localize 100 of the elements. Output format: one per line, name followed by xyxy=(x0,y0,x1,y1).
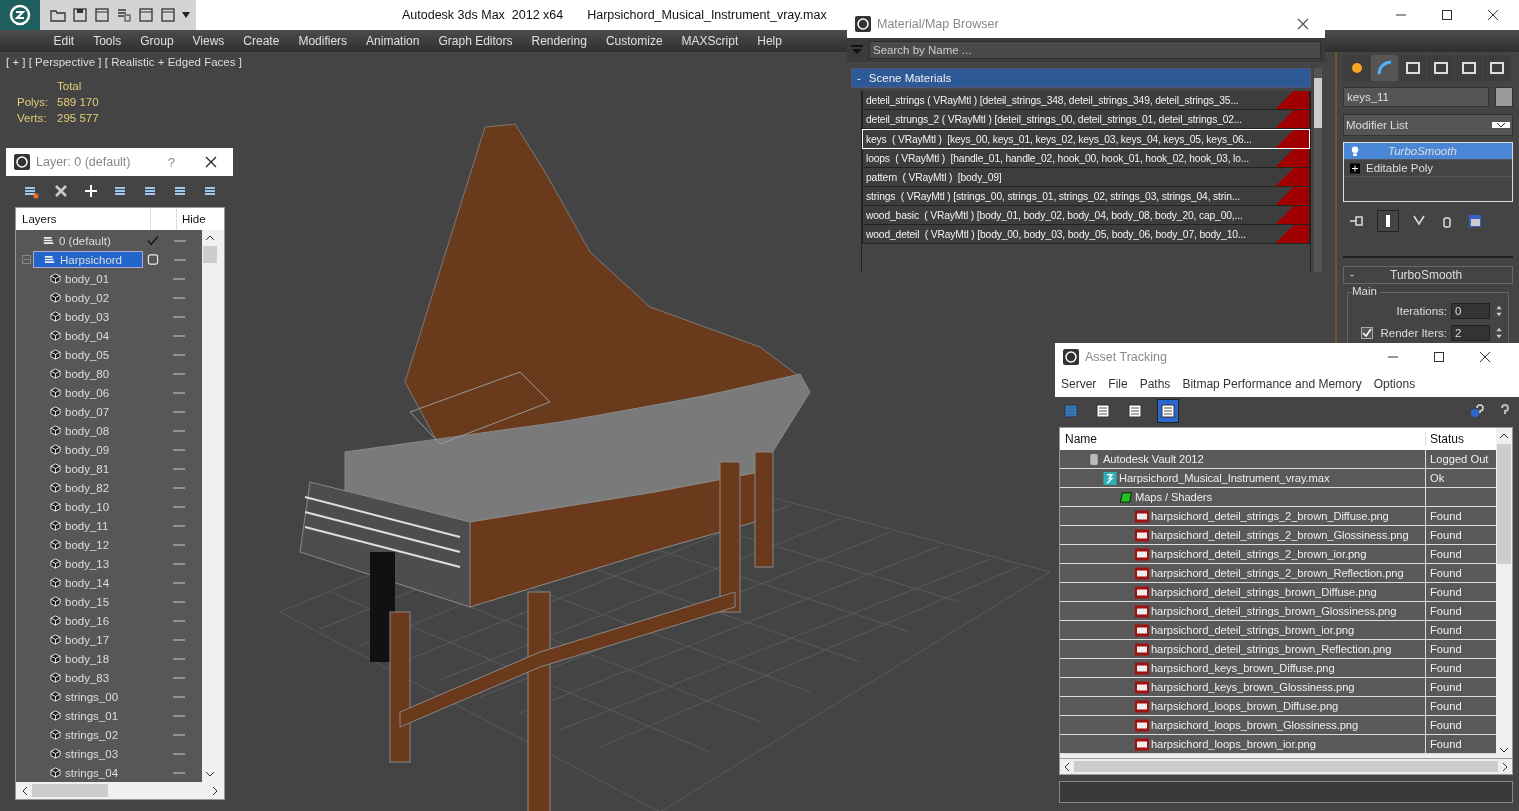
object-item[interactable]: body_81 xyxy=(16,462,142,475)
object-item[interactable]: strings_00 xyxy=(16,690,142,703)
object-item[interactable]: body_03 xyxy=(16,310,142,323)
close-icon[interactable] xyxy=(1479,351,1491,363)
material-item[interactable]: deteil_strungs_2 ( VRayMtl ) [deteil_strings_00, deteil_strings_01, deteil_strings_02... xyxy=(862,110,1310,129)
object-item[interactable]: body_13 xyxy=(16,557,142,570)
spinner-arrows-icon[interactable] xyxy=(1494,325,1504,341)
column-header[interactable]: Name xyxy=(1060,432,1426,446)
add-icon[interactable] xyxy=(83,183,99,199)
table-view-icon[interactable] xyxy=(1157,399,1179,423)
menu-item[interactable]: Customize xyxy=(596,34,673,48)
spinner-arrows-icon[interactable] xyxy=(1494,303,1504,319)
menu-item[interactable]: Views xyxy=(183,34,234,48)
object-item[interactable]: body_82 xyxy=(16,481,142,494)
object-item[interactable]: strings_04 xyxy=(16,766,142,779)
asset-name-cell[interactable]: harpsichord_deteil_strings_brown_Glossiness.png xyxy=(1060,602,1426,620)
open-folder-icon[interactable] xyxy=(50,7,66,23)
panel-tab-icon[interactable] xyxy=(1399,55,1426,81)
menu-item[interactable]: Bitmap Performance and Memory xyxy=(1176,377,1368,391)
scroll-right-icon[interactable] xyxy=(1502,761,1508,772)
menu-item[interactable]: Modifiers xyxy=(288,34,357,48)
material-item[interactable]: loops ( VRayMtl ) [handle_01, handle_02, hook_00, hook_01, hook_02, hook_03, lo... xyxy=(862,149,1310,168)
object-item[interactable]: body_01 xyxy=(16,272,142,285)
checkbox[interactable] xyxy=(1360,327,1373,339)
layer-item[interactable]: 0 (default) xyxy=(33,232,143,249)
window-icon[interactable] xyxy=(138,7,154,23)
object-item[interactable]: body_04 xyxy=(16,329,142,342)
column-header[interactable]: Layers xyxy=(16,213,150,225)
help-icon[interactable] xyxy=(1469,403,1485,419)
close-icon[interactable] xyxy=(1487,9,1499,21)
scroll-left-icon[interactable] xyxy=(22,785,28,796)
column-header[interactable]: Status xyxy=(1426,432,1496,446)
asset-name-cell[interactable]: harpsichord_loops_brown_ior.png xyxy=(1060,735,1426,753)
scrollbar-thumb[interactable] xyxy=(203,246,217,263)
light-bulb-icon[interactable] xyxy=(1350,145,1360,157)
menu-item[interactable]: MAXScript xyxy=(672,34,748,48)
panel-tab-icon[interactable] xyxy=(1343,55,1370,81)
asset-name-cell[interactable]: harpsichord_loops_brown_Glossiness.png xyxy=(1060,716,1426,734)
scrollbar-thumb[interactable] xyxy=(1314,78,1322,128)
iterations-spinner[interactable]: 0 xyxy=(1451,303,1490,319)
asset-name-cell[interactable]: harpsichord_deteil_strings_brown_Reflection.png xyxy=(1060,640,1426,658)
menu-item[interactable]: Tools xyxy=(83,34,131,48)
menu-item[interactable]: Edit xyxy=(44,34,84,48)
material-item[interactable]: strings ( VRayMtl ) [strings_00, strings_01, strings_02, strings_03, strings_04, strin... xyxy=(862,187,1310,206)
object-item[interactable]: body_18 xyxy=(16,652,142,665)
object-name-field[interactable]: keys_11 xyxy=(1343,87,1489,107)
menu-item[interactable]: Create xyxy=(233,34,289,48)
column-header[interactable]: Hide xyxy=(177,213,206,225)
asset-name-cell[interactable]: harpsichord_deteil_strings_2_brown_ior.png xyxy=(1060,545,1426,563)
group-header[interactable]: - Scene Materials xyxy=(851,68,1311,88)
viewport-label[interactable]: [ + ] [ Perspective ] [ Realistic + Edged Faces ] xyxy=(6,56,242,68)
asset-name-cell[interactable]: harpsichord_deteil_strings_brown_Diffuse.png xyxy=(1060,583,1426,601)
material-item[interactable]: keys ( VRayMtl ) [keys_00, keys_01, keys_02, keys_03, keys_04, keys_05, keys_06... xyxy=(862,129,1310,149)
asset-name-cell[interactable]: Autodesk Vault 2012 xyxy=(1060,450,1426,468)
object-item[interactable]: body_16 xyxy=(16,614,142,627)
object-item[interactable]: body_07 xyxy=(16,405,142,418)
material-item[interactable]: wood_basic ( VRayMtl ) [body_01, body_02, body_04, body_08, body_20, cap_00,... xyxy=(862,206,1310,225)
object-item[interactable]: body_15 xyxy=(16,595,142,608)
object-item[interactable]: body_02 xyxy=(16,291,142,304)
scrollbar-thumb[interactable] xyxy=(32,784,108,797)
panel-tab-icon[interactable] xyxy=(1455,55,1482,81)
scrollbar-thumb[interactable] xyxy=(1497,444,1511,564)
object-item[interactable]: body_05 xyxy=(16,348,142,361)
scroll-up-icon[interactable] xyxy=(205,235,215,241)
modifier-list-dropdown[interactable]: Modifier List xyxy=(1343,114,1513,136)
scroll-right-icon[interactable] xyxy=(212,785,218,796)
rollout-header[interactable]: - TurboSmooth xyxy=(1343,266,1513,284)
modifier-item[interactable]: Editable Poly xyxy=(1344,160,1512,177)
material-item[interactable]: deteil_strings ( VRayMtl ) [deteil_strings_348, deteil_strings_349, deteil_strings_35... xyxy=(862,91,1310,110)
document-list-icon[interactable] xyxy=(116,7,132,23)
object-item[interactable]: body_11 xyxy=(16,519,142,532)
menu-item[interactable]: Group xyxy=(130,34,184,48)
asset-name-cell[interactable]: harpsichord_keys_brown_Diffuse.png xyxy=(1060,659,1426,677)
material-item[interactable]: pattern ( VRayMtl ) [body_09] xyxy=(862,168,1310,187)
object-item[interactable]: body_06 xyxy=(16,386,142,399)
save-icon[interactable] xyxy=(72,7,88,23)
path-field[interactable] xyxy=(1059,781,1513,803)
menu-item[interactable]: Server xyxy=(1055,377,1103,391)
delete-icon[interactable] xyxy=(53,183,69,199)
window-icon[interactable] xyxy=(94,7,110,23)
object-item[interactable]: strings_02 xyxy=(16,728,142,741)
search-field[interactable]: Search by Name ... xyxy=(869,41,1321,59)
dropdown-arrow-icon[interactable] xyxy=(182,12,190,18)
render-iters-spinner[interactable]: 2 xyxy=(1451,325,1490,341)
object-item[interactable]: strings_01 xyxy=(16,709,142,722)
scroll-up-icon[interactable] xyxy=(1499,433,1509,439)
asset-name-cell[interactable]: harpsichord_deteil_strings_brown_ior.png xyxy=(1060,621,1426,639)
panel-tab-icon[interactable] xyxy=(1483,55,1510,81)
object-item[interactable]: body_09 xyxy=(16,443,142,456)
scroll-down-icon[interactable] xyxy=(205,771,215,777)
layer-item[interactable]: Harpsichord xyxy=(33,251,143,268)
scroll-down-icon[interactable] xyxy=(1499,747,1509,753)
asset-name-cell[interactable]: Harpsichord_Musical_Instrument_vray.max xyxy=(1060,469,1426,487)
panel-tab-icon[interactable] xyxy=(1427,55,1454,81)
color-swatch[interactable] xyxy=(1495,87,1513,107)
material-item[interactable]: wood_deteil ( VRayMtl ) [body_00, body_03, body_05, body_06, body_07, body_10... xyxy=(862,225,1310,244)
pin-icon[interactable] xyxy=(1349,213,1365,229)
window-icon[interactable] xyxy=(160,7,176,23)
object-item[interactable]: body_80 xyxy=(16,367,142,380)
menu-item[interactable]: Options xyxy=(1367,377,1422,391)
